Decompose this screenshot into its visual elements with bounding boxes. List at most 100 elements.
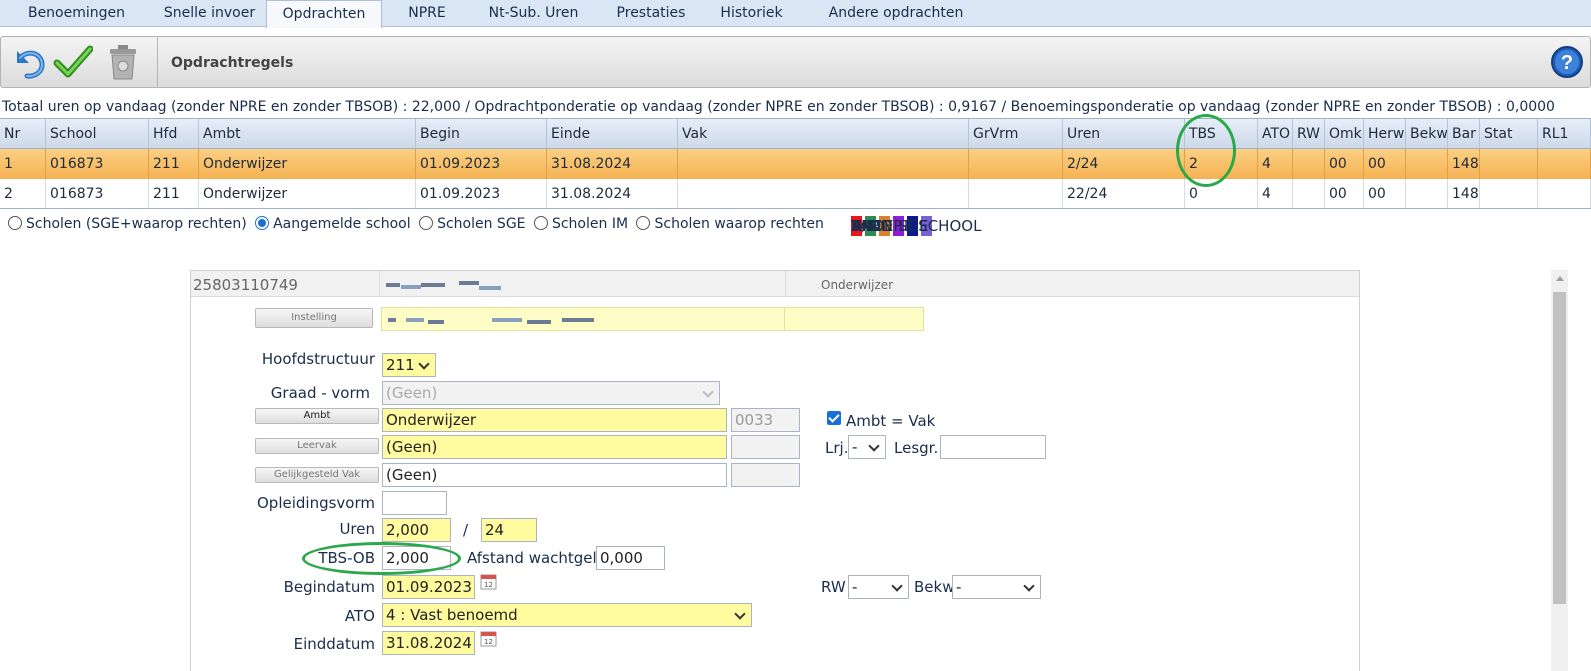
- divider: [784, 308, 785, 330]
- column-header[interactable]: Begin: [416, 119, 547, 148]
- check-icon[interactable]: [53, 43, 93, 81]
- tab-opdrachten[interactable]: Opdrachten: [266, 0, 382, 28]
- person-id: 25803110749: [193, 276, 298, 294]
- ato-select[interactable]: 4 : Vast benoemd: [382, 603, 752, 627]
- tab-npre[interactable]: NPRE: [382, 0, 472, 27]
- ambt-vak-checkbox[interactable]: [827, 411, 841, 425]
- instelling-field: [381, 307, 924, 331]
- radio-scholen-sge[interactable]: Scholen SGE: [419, 216, 526, 232]
- scroll-up-icon[interactable]: [1556, 276, 1564, 281]
- table-cell: [678, 149, 969, 180]
- uren-field[interactable]: 2,000: [382, 518, 451, 542]
- column-header[interactable]: ATO: [1258, 119, 1293, 148]
- tab-snelle-invoer[interactable]: Snelle invoer: [153, 0, 266, 27]
- lesgr-field[interactable]: [940, 435, 1046, 459]
- opdracht-detail-panel: 25803110749 Onderwijzer Instelling Hoofd…: [190, 270, 1360, 671]
- table-cell: 00: [1364, 179, 1406, 208]
- table-cell: [1406, 179, 1448, 208]
- radio-dot: [419, 216, 434, 230]
- lrj-select[interactable]: -: [848, 435, 886, 459]
- tab-nt-sub-uren[interactable]: Nt-Sub. Uren: [472, 0, 595, 27]
- help-icon[interactable]: ?: [1550, 45, 1584, 79]
- column-header[interactable]: RW: [1293, 119, 1325, 148]
- divider: [379, 271, 380, 297]
- einddatum-field[interactable]: 31.08.2024: [382, 631, 475, 655]
- ambt-vak-label: Ambt = Vak: [846, 412, 936, 430]
- column-header[interactable]: GrVrm: [969, 119, 1063, 148]
- radio-scholen-im[interactable]: Scholen IM: [533, 216, 629, 232]
- calendar-icon[interactable]: 12: [480, 630, 497, 647]
- radio-scholen-sge-rechten[interactable]: Scholen (SGE+waarop rechten): [8, 216, 247, 232]
- undo-icon[interactable]: [7, 43, 47, 81]
- radio-aangemelde-school[interactable]: Aangemelde school: [255, 216, 411, 232]
- table-cell: [1480, 149, 1538, 180]
- legend-label: ANDERE SCHOOL: [851, 217, 982, 235]
- table-cell: [969, 179, 1063, 208]
- gelijkgesteld-vak-field[interactable]: (Geen): [382, 463, 727, 487]
- tab-historiek[interactable]: Historiek: [707, 0, 796, 27]
- gelijkgesteld-vak-button[interactable]: Gelijkgesteld Vak: [255, 467, 379, 483]
- column-header[interactable]: Stat: [1480, 119, 1538, 148]
- table-cell: 016873: [46, 149, 149, 180]
- lrj-label: Lrj.: [825, 439, 849, 457]
- ambt-code-field: 0033: [731, 408, 800, 432]
- column-header[interactable]: Hfd: [149, 119, 199, 148]
- uren-total-field[interactable]: 24: [481, 518, 537, 542]
- column-header[interactable]: School: [46, 119, 149, 148]
- tab-andere-opdrachten[interactable]: Andere opdrachten: [796, 0, 996, 27]
- tbs-ob-highlight-circle: [302, 542, 461, 575]
- table-row[interactable]: 2 016873 211 Onderwijzer 01.09.2023 31.0…: [0, 179, 1591, 209]
- instelling-button[interactable]: Instelling: [255, 308, 373, 328]
- tab-prestaties[interactable]: Prestaties: [595, 0, 707, 27]
- column-header[interactable]: Vak: [678, 119, 969, 148]
- toolbar: Opdrachtregels ?: [0, 36, 1591, 88]
- table-cell: Onderwijzer: [199, 149, 416, 180]
- column-header[interactable]: Uren: [1063, 119, 1185, 148]
- scrollbar-thumb[interactable]: [1553, 292, 1566, 604]
- table-row-selected[interactable]: 1 016873 211 Onderwijzer 01.09.2023 31.0…: [0, 149, 1591, 180]
- graad-vorm-select[interactable]: (Geen): [382, 381, 720, 405]
- column-header[interactable]: Ambt: [199, 119, 416, 148]
- afstand-wachtgeld-field[interactable]: 0,000: [596, 546, 665, 570]
- radio-dot: [636, 216, 651, 230]
- table-cell: 01.09.2023: [416, 179, 547, 208]
- column-header[interactable]: RL1: [1538, 119, 1591, 148]
- radio-label: Scholen IM: [551, 216, 629, 232]
- column-header[interactable]: Nr: [0, 119, 46, 148]
- ambt-button[interactable]: Ambt: [255, 408, 379, 424]
- table-cell: [678, 179, 969, 208]
- table-cell: 01.09.2023: [416, 149, 547, 180]
- trash-icon[interactable]: [103, 43, 143, 81]
- bekw-select[interactable]: -: [952, 575, 1041, 599]
- tab-benoemingen[interactable]: Benoemingen: [0, 0, 153, 27]
- ambt-field[interactable]: Onderwijzer: [382, 408, 727, 432]
- lesgr-label: Lesgr.: [894, 439, 939, 457]
- scrollbar[interactable]: [1551, 270, 1568, 671]
- summary-text: Totaal uren op vandaag (zonder NPRE en z…: [2, 99, 1555, 115]
- redacted-school: [406, 318, 424, 322]
- begindatum-field[interactable]: 01.09.2023: [382, 575, 475, 599]
- grid-header-row: Nr School Hfd Ambt Begin Einde Vak GrVrm…: [0, 118, 1591, 149]
- uren-label: Uren: [339, 520, 375, 538]
- uren-separator: /: [463, 521, 469, 539]
- hoofdstructuur-label: Hoofdstructuur: [261, 350, 375, 368]
- radio-scholen-rechten[interactable]: Scholen waarop rechten: [636, 216, 824, 232]
- table-cell: 1: [0, 149, 46, 180]
- column-header[interactable]: Einde: [547, 119, 678, 148]
- hoofdstructuur-select[interactable]: 211: [382, 353, 436, 377]
- rw-select[interactable]: -: [848, 575, 909, 599]
- radio-label: Scholen SGE: [437, 216, 526, 232]
- opleidingsvorm-field[interactable]: [382, 491, 447, 515]
- column-header[interactable]: Herw: [1364, 119, 1406, 148]
- column-header[interactable]: Bekw: [1406, 119, 1448, 148]
- column-header[interactable]: Omk: [1325, 119, 1364, 148]
- table-cell: 31.08.2024: [547, 149, 678, 180]
- einddatum-label: Einddatum: [293, 635, 375, 653]
- calendar-icon[interactable]: 12: [480, 573, 497, 590]
- column-header[interactable]: Bar: [1448, 119, 1480, 148]
- redacted-name: [421, 283, 445, 287]
- leervak-field[interactable]: (Geen): [382, 435, 727, 459]
- radio-dot: [533, 216, 548, 230]
- leervak-button[interactable]: Leervak: [255, 438, 379, 454]
- ato-label: ATO: [344, 607, 375, 625]
